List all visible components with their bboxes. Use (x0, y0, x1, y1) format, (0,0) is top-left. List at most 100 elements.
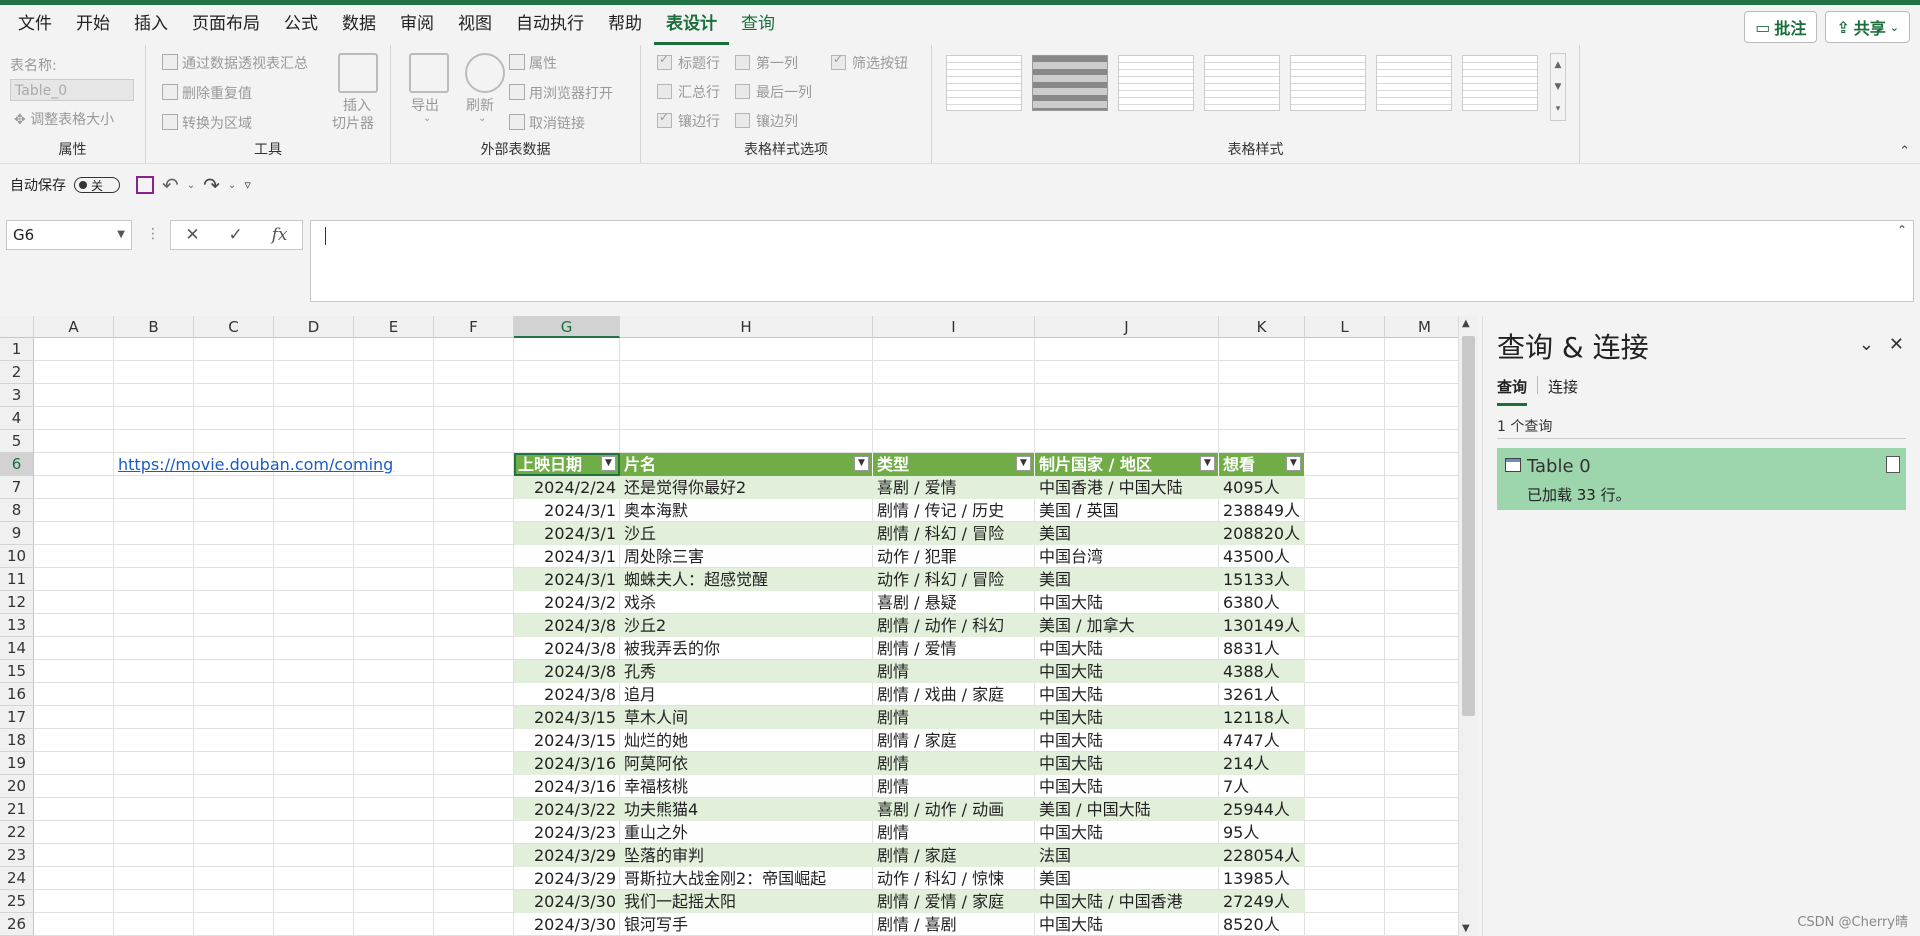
vertical-scrollbar[interactable]: ▲ ▼ (1458, 316, 1478, 936)
customize-qat-icon[interactable]: ▿ (244, 178, 251, 193)
column-header-g[interactable]: G (514, 316, 620, 338)
table-cell[interactable]: 动作 / 科幻 / 冒险 (873, 568, 1035, 591)
table-cell[interactable]: 2024/3/8 (514, 683, 620, 706)
filter-dropdown-icon[interactable]: ▼ (1016, 456, 1031, 471)
table-cell[interactable]: 喜剧 / 爱情 (873, 476, 1035, 499)
table-cell[interactable]: 剧情 / 家庭 (873, 729, 1035, 752)
first-column-checkbox[interactable]: 第一列 (735, 53, 798, 73)
enter-icon[interactable]: ✓ (229, 225, 243, 245)
pivot-summary-button[interactable]: 通过数据透视表汇总 (162, 53, 308, 73)
table-header-cell[interactable]: 类型 ▼ (873, 453, 1035, 476)
row-header-17[interactable]: 17 (0, 706, 34, 729)
table-cell[interactable]: 2024/3/2 (514, 591, 620, 614)
table-cell[interactable]: 130149人 (1219, 614, 1305, 637)
table-cell[interactable]: 中国大陆 (1035, 913, 1219, 936)
table-cell[interactable]: 6380人 (1219, 591, 1305, 614)
table-cell[interactable]: 孔秀 (620, 660, 873, 683)
filter-dropdown-icon[interactable]: ▼ (1200, 456, 1215, 471)
table-cell[interactable]: 228054人 (1219, 844, 1305, 867)
chevron-down-icon[interactable]: ⌄ (1859, 334, 1874, 355)
table-cell[interactable]: 剧情 (873, 660, 1035, 683)
row-header-4[interactable]: 4 (0, 407, 34, 430)
table-cell[interactable]: 7人 (1219, 775, 1305, 798)
table-cell[interactable]: 2024/3/1 (514, 522, 620, 545)
table-style-swatch[interactable] (1376, 55, 1452, 111)
row-header-24[interactable]: 24 (0, 867, 34, 890)
column-header-m[interactable]: M (1385, 316, 1458, 338)
column-header-c[interactable]: C (194, 316, 274, 338)
table-cell[interactable]: 剧情 (873, 775, 1035, 798)
table-header-cell[interactable]: 想看 ▼ (1219, 453, 1305, 476)
banded-rows-checkbox[interactable]: 镶边行 (657, 110, 720, 131)
table-cell[interactable]: 2024/3/8 (514, 660, 620, 683)
row-header-21[interactable]: 21 (0, 798, 34, 821)
table-cell[interactable]: 2024/3/30 (514, 913, 620, 936)
column-header-b[interactable]: B (114, 316, 194, 338)
menu-home[interactable]: 开始 (64, 5, 122, 45)
table-cell[interactable]: 中国大陆 (1035, 637, 1219, 660)
table-cell[interactable]: 12118人 (1219, 706, 1305, 729)
table-cell[interactable]: 2024/3/1 (514, 568, 620, 591)
table-cell[interactable]: 中国大陆 (1035, 591, 1219, 614)
table-style-swatch[interactable] (1462, 55, 1538, 111)
table-cell[interactable]: 2024/3/22 (514, 798, 620, 821)
collapse-ribbon-icon[interactable]: ⌃ (1899, 144, 1910, 159)
table-cell[interactable]: 15133人 (1219, 568, 1305, 591)
row-header-7[interactable]: 7 (0, 476, 34, 499)
table-cell[interactable]: 8520人 (1219, 913, 1305, 936)
table-cell[interactable]: 2024/3/16 (514, 775, 620, 798)
column-header-i[interactable]: I (873, 316, 1035, 338)
remove-duplicates-button[interactable]: 删除重复值 (162, 83, 252, 103)
table-style-swatch[interactable] (946, 55, 1022, 111)
total-row-checkbox[interactable]: 汇总行 (657, 82, 720, 102)
table-cell[interactable]: 8831人 (1219, 637, 1305, 660)
column-header-h[interactable]: H (620, 316, 873, 338)
table-cell[interactable]: 剧情 / 喜剧 (873, 913, 1035, 936)
insert-function-icon[interactable]: fx (272, 225, 288, 245)
row-header-13[interactable]: 13 (0, 614, 34, 637)
row-header-6[interactable]: 6 (0, 453, 34, 476)
table-cell[interactable]: 喜剧 / 动作 / 动画 (873, 798, 1035, 821)
redo-icon[interactable]: ↷ (203, 173, 220, 197)
row-header-3[interactable]: 3 (0, 384, 34, 407)
scroll-thumb[interactable] (1462, 336, 1475, 716)
table-cell[interactable]: 剧情 / 动作 / 科幻 (873, 614, 1035, 637)
table-cell[interactable]: 动作 / 犯罪 (873, 545, 1035, 568)
table-style-swatch[interactable] (1290, 55, 1366, 111)
query-item[interactable]: Table 0 已加载 33 行。 (1497, 448, 1906, 510)
undo-dropdown-icon[interactable]: ⌄ (187, 180, 195, 191)
tab-queries[interactable]: 查询 (1497, 376, 1528, 406)
menu-view[interactable]: 视图 (446, 5, 504, 45)
redo-dropdown-icon[interactable]: ⌄ (228, 180, 236, 191)
row-header-20[interactable]: 20 (0, 775, 34, 798)
table-cell[interactable]: 中国台湾 (1035, 545, 1219, 568)
table-cell[interactable]: 被我弄丢的你 (620, 637, 873, 660)
table-cell[interactable]: 中国香港 / 中国大陆 (1035, 476, 1219, 499)
expand-formula-icon[interactable]: ⌃ (1897, 223, 1907, 237)
table-cell[interactable]: 2024/3/15 (514, 729, 620, 752)
table-cell[interactable]: 喜剧 / 悬疑 (873, 591, 1035, 614)
row-header-8[interactable]: 8 (0, 499, 34, 522)
row-header-5[interactable]: 5 (0, 430, 34, 453)
select-all-corner[interactable] (0, 316, 34, 338)
table-header-cell[interactable]: 片名 ▼ (620, 453, 873, 476)
table-cell[interactable]: 坠落的审判 (620, 844, 873, 867)
convert-to-range-button[interactable]: 转换为区域 (162, 113, 252, 133)
table-cell[interactable]: 中国大陆 (1035, 660, 1219, 683)
column-header-f[interactable]: F (434, 316, 514, 338)
column-header-d[interactable]: D (274, 316, 354, 338)
table-cell[interactable]: 中国大陆 (1035, 706, 1219, 729)
row-header-22[interactable]: 22 (0, 821, 34, 844)
menu-review[interactable]: 审阅 (388, 5, 446, 45)
unlink-button[interactable]: 取消链接 (509, 113, 585, 133)
row-header-23[interactable]: 23 (0, 844, 34, 867)
comments-button[interactable]: ▭ 批注 (1744, 11, 1818, 43)
table-cell[interactable]: 剧情 (873, 821, 1035, 844)
table-cell[interactable]: 周处除三害 (620, 545, 873, 568)
table-cell[interactable]: 沙丘 (620, 522, 873, 545)
table-style-swatch[interactable] (1032, 55, 1108, 111)
resize-table-button[interactable]: ✥ 调整表格大小 (14, 109, 114, 129)
table-cell[interactable]: 2024/3/29 (514, 867, 620, 890)
table-cell[interactable]: 2024/2/24 (514, 476, 620, 499)
column-header-a[interactable]: A (34, 316, 114, 338)
